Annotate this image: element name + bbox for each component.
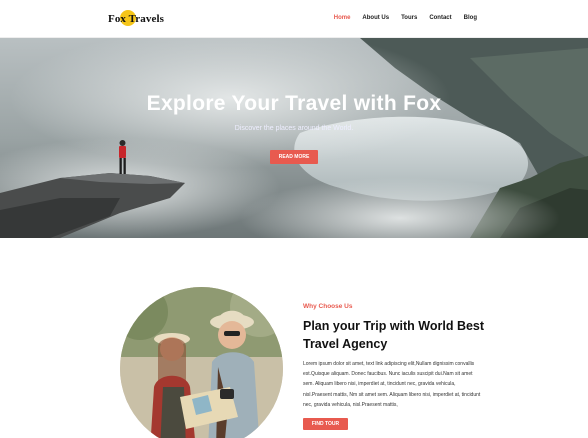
nav-item-blog[interactable]: Blog <box>464 15 477 21</box>
brand-name: Fox Travels <box>108 13 164 25</box>
hero-subtitle: Discover the places around the World. <box>234 125 354 132</box>
hero-title: Explore Your Travel with Fox <box>146 92 442 115</box>
read-more-button[interactable]: READ MORE <box>270 150 318 164</box>
hero-background-image <box>0 38 588 238</box>
top-navbar: Fox Travels Home About Us Tours Contact … <box>0 0 588 38</box>
find-tour-button[interactable]: FIND TOUR <box>303 418 348 430</box>
nav-item-tours[interactable]: Tours <box>401 15 417 21</box>
main-menu: Home About Us Tours Contact Blog <box>334 15 477 21</box>
travelers-photo <box>120 287 283 438</box>
section-body-text: Lorem ipsum dolor sit amet, text link ad… <box>303 361 481 408</box>
brand-logo[interactable]: Fox Travels <box>108 9 164 29</box>
hero-banner: Explore Your Travel with Fox Discover th… <box>0 38 588 238</box>
hiker-figure <box>119 146 126 158</box>
nav-item-contact[interactable]: Contact <box>429 15 451 21</box>
nav-item-home[interactable]: Home <box>334 15 351 21</box>
nav-item-about-us[interactable]: About Us <box>362 15 389 21</box>
section-eyebrow: Why Choose Us <box>303 303 353 310</box>
section-title: Plan your Trip with World Best Travel Ag… <box>303 319 485 351</box>
